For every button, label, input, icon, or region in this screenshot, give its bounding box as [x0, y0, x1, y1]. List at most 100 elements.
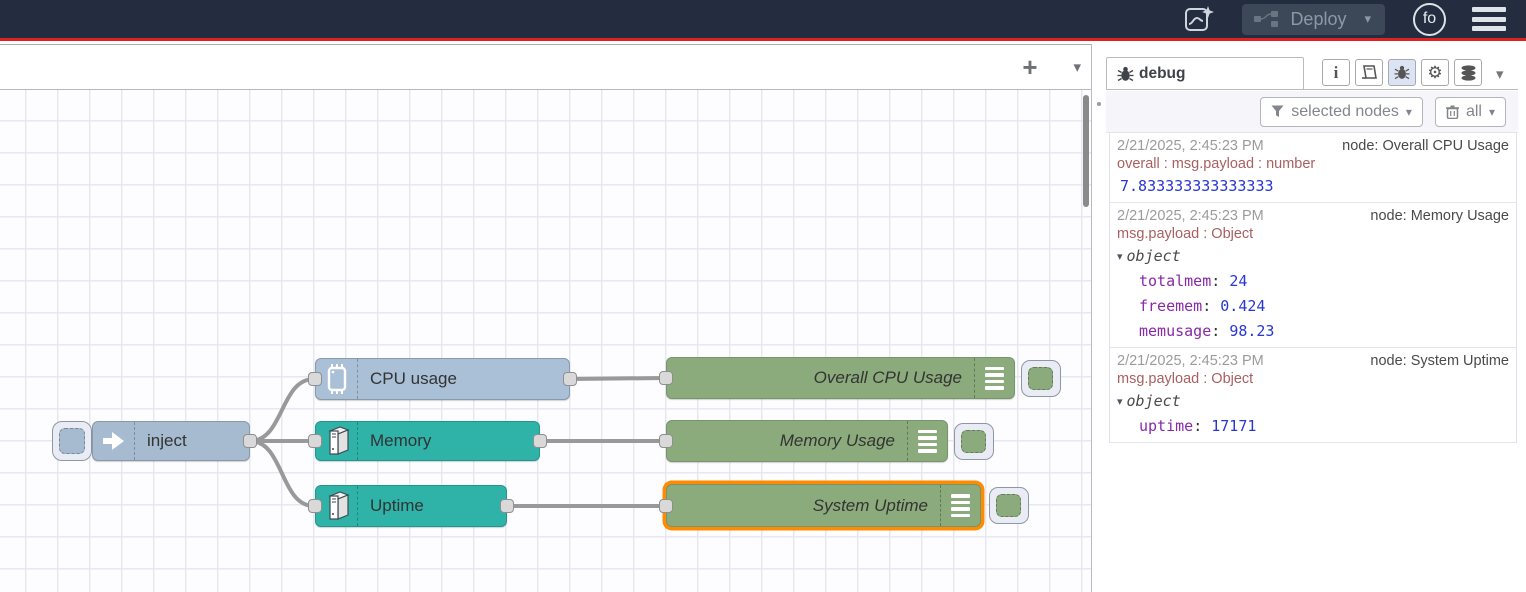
wire-inject-uptime — [250, 441, 314, 506]
debug-uptime-toggle-button[interactable] — [989, 487, 1029, 524]
debug-uptime-input-port[interactable] — [659, 499, 673, 513]
cpu-chip-icon — [316, 359, 358, 399]
object-expander[interactable]: ▾ object — [1117, 392, 1509, 410]
debug-memory-toggle-inner — [961, 430, 986, 453]
bug-icon — [1394, 65, 1410, 80]
node-label: Uptime — [370, 486, 424, 526]
node-debug-memory[interactable]: Memory Usage — [666, 420, 948, 462]
uptime-output-port[interactable] — [500, 499, 514, 513]
wire-inject-cpu — [250, 379, 314, 441]
funnel-icon — [1271, 105, 1284, 118]
workspace: + ▾ inject — [0, 44, 1092, 592]
tab-debug[interactable]: debug — [1106, 57, 1304, 89]
message-node-name: node: Memory Usage — [1370, 208, 1509, 224]
sidebar: debug i — [1106, 44, 1526, 592]
message-timestamp: 2/21/2025, 2:45:23 PM — [1117, 208, 1264, 224]
debug-memory-input-port[interactable] — [659, 434, 673, 448]
user-avatar[interactable]: fo — [1413, 3, 1446, 36]
node-memory[interactable]: Memory — [315, 421, 540, 461]
memory-input-port[interactable] — [308, 434, 322, 448]
deploy-caret-icon[interactable]: ▾ — [1360, 11, 1375, 27]
node-debug-overall-cpu[interactable]: Overall CPU Usage — [666, 357, 1015, 399]
flow-canvas[interactable]: inject CPU usage — [0, 90, 1091, 592]
message-node-name: node: System Uptime — [1370, 353, 1509, 369]
node-cpu-usage[interactable]: CPU usage — [315, 358, 570, 400]
entry-value: 17171 — [1211, 417, 1256, 435]
debug-clear-button[interactable]: all ▾ — [1435, 97, 1506, 127]
cpu-input-port[interactable] — [308, 372, 322, 386]
debug-filter-button[interactable]: selected nodes ▾ — [1260, 97, 1423, 127]
avatar-initials: fo — [1423, 10, 1436, 28]
bug-icon — [1117, 66, 1134, 82]
debug-memory-toggle-button[interactable] — [954, 423, 994, 460]
entry-key: uptime — [1139, 417, 1193, 435]
info-tab-button[interactable]: i — [1322, 59, 1350, 86]
debug-tab-button[interactable] — [1388, 59, 1416, 86]
assistant-icon[interactable] — [1182, 3, 1216, 35]
memory-output-port[interactable] — [533, 434, 547, 448]
debug-message[interactable]: 2/21/2025, 2:45:23 PM node: Overall CPU … — [1110, 133, 1516, 203]
cpu-output-port[interactable] — [563, 372, 577, 386]
object-entry: memusage: 98.23 — [1117, 322, 1509, 340]
flow-list-caret-icon[interactable]: ▾ — [1073, 54, 1081, 82]
sidebar-options-caret-icon[interactable]: ▾ — [1496, 65, 1504, 83]
node-debug-uptime[interactable]: System Uptime — [666, 484, 981, 527]
entry-value: 24 — [1229, 272, 1247, 290]
message-property-path: msg.payload : Object — [1117, 371, 1509, 387]
node-uptime[interactable]: Uptime — [315, 485, 507, 527]
collapse-caret-icon: ▾ — [1117, 250, 1123, 263]
filter-caret-icon: ▾ — [1406, 105, 1412, 119]
server-tower-icon — [316, 486, 358, 526]
database-icon — [1460, 65, 1477, 81]
node-label: Memory — [370, 422, 431, 460]
debug-cpu-toggle-button[interactable] — [1021, 360, 1061, 397]
sidebar-resize-handle[interactable] — [1092, 44, 1106, 592]
add-flow-button[interactable]: + — [1015, 53, 1045, 83]
debug-message[interactable]: 2/21/2025, 2:45:23 PM node: System Uptim… — [1110, 348, 1516, 443]
debug-cpu-input-port[interactable] — [659, 371, 673, 385]
config-nodes-tab-button[interactable]: ⚙ — [1421, 59, 1449, 86]
object-entry: uptime: 17171 — [1117, 417, 1509, 435]
debug-toolbar: selected nodes ▾ all ▾ — [1106, 91, 1518, 133]
deploy-label: Deploy — [1290, 9, 1346, 30]
collapse-caret-icon: ▾ — [1117, 395, 1123, 408]
object-entry: freemem: 0.424 — [1117, 297, 1509, 315]
node-label: System Uptime — [813, 485, 928, 526]
inject-trigger-inner — [59, 428, 85, 454]
object-type-label: object — [1127, 247, 1181, 265]
object-type-label: object — [1127, 392, 1181, 410]
context-data-tab-button[interactable] — [1454, 59, 1482, 86]
info-icon: i — [1334, 63, 1339, 83]
node-label: inject — [147, 422, 187, 460]
entry-value: 0.424 — [1220, 297, 1265, 315]
gear-icon: ⚙ — [1427, 63, 1442, 83]
help-tab-button[interactable] — [1355, 59, 1383, 86]
flow-tabbar: + ▾ — [0, 44, 1091, 90]
debug-list-icon — [907, 421, 947, 461]
inject-trigger-button[interactable] — [52, 421, 92, 461]
debug-message[interactable]: 2/21/2025, 2:45:23 PM node: Memory Usage… — [1110, 203, 1516, 348]
debug-message-list: 2/21/2025, 2:45:23 PM node: Overall CPU … — [1109, 133, 1517, 443]
main-menu-icon[interactable] — [1472, 7, 1506, 31]
object-entry: totalmem: 24 — [1117, 272, 1509, 290]
clear-label: all — [1466, 103, 1482, 121]
inject-output-port[interactable] — [243, 434, 257, 448]
node-inject[interactable]: inject — [92, 421, 250, 461]
object-expander[interactable]: ▾ object — [1117, 247, 1509, 265]
uptime-input-port[interactable] — [308, 499, 322, 513]
entry-key: memusage — [1139, 322, 1211, 340]
debug-list-icon — [940, 485, 980, 526]
sidebar-tabs: debug i — [1106, 58, 1518, 90]
entry-key: freemem — [1139, 297, 1202, 315]
message-node-name: node: Overall CPU Usage — [1342, 138, 1509, 154]
deploy-button[interactable]: Deploy ▾ — [1242, 4, 1385, 35]
inject-arrow-icon — [93, 422, 135, 460]
sidebar-icon-buttons: i ⚙ — [1322, 59, 1482, 86]
trash-icon — [1446, 105, 1459, 119]
entry-value: 98.23 — [1229, 322, 1274, 340]
canvas-vertical-scrollbar[interactable] — [1083, 95, 1089, 207]
clear-caret-icon: ▾ — [1489, 105, 1495, 119]
message-property-path: overall : msg.payload : number — [1117, 156, 1509, 172]
debug-list-icon — [974, 358, 1014, 398]
debug-uptime-toggle-inner — [996, 494, 1021, 517]
